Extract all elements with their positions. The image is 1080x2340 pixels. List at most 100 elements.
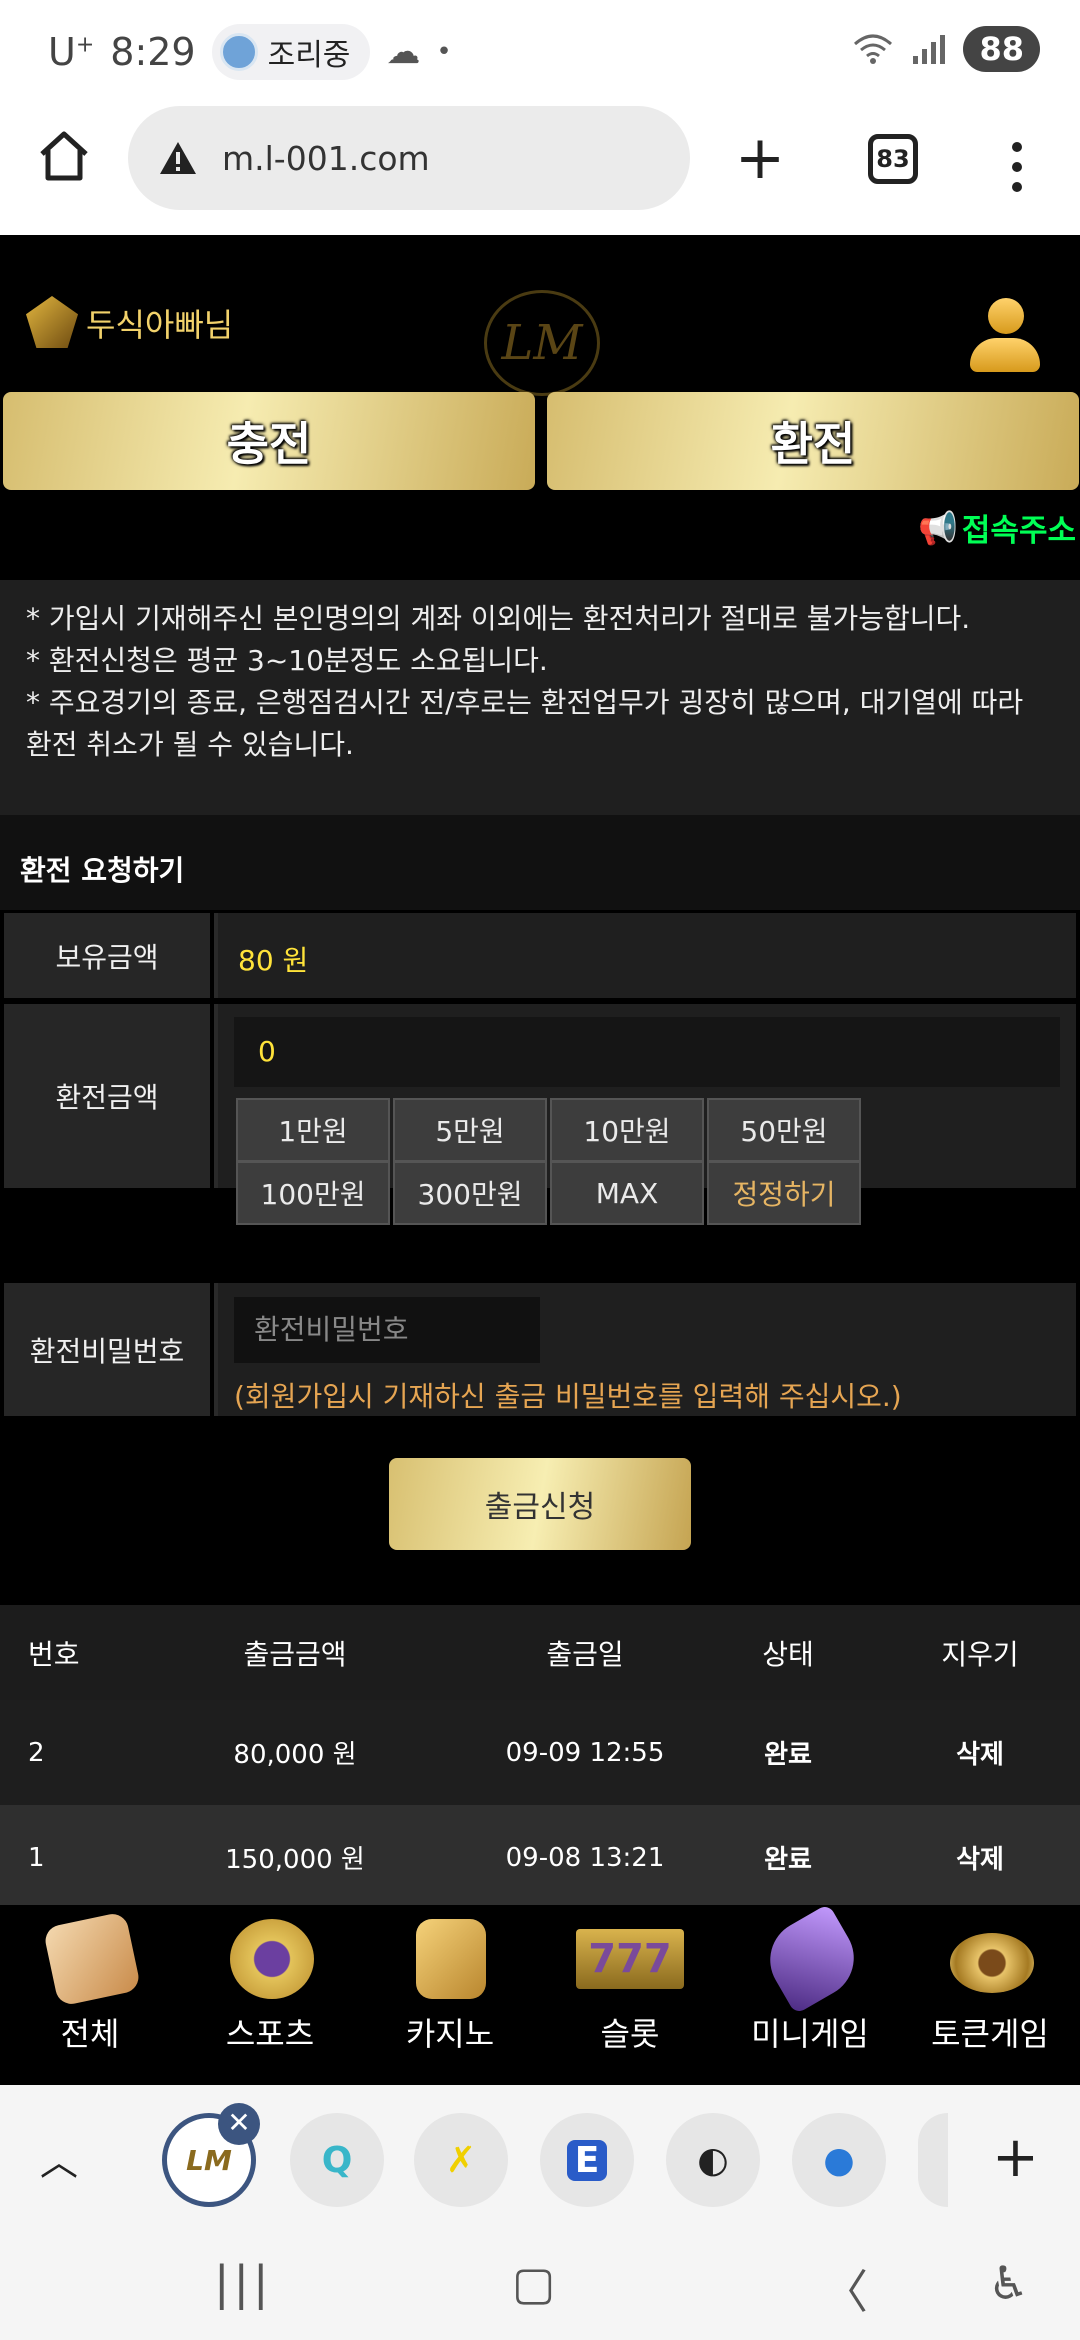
row-amount: 150,000 원 xyxy=(225,1845,365,1875)
wifi-icon xyxy=(854,34,893,64)
nav-label: 토큰게임 xyxy=(931,2015,1049,2053)
nav-label: 카지노 xyxy=(405,2015,495,2053)
row-no: 1 xyxy=(28,1842,45,1873)
close-icon[interactable]: ✕ xyxy=(218,2103,260,2145)
amount-input[interactable]: 0 xyxy=(234,1017,1060,1087)
chip-100k-button[interactable]: 10만원 xyxy=(550,1098,704,1162)
header-delete: 지우기 xyxy=(941,1637,1019,1671)
game-category-nav: 전체 스포츠 카지노 777 슬롯 미니게임 토큰게임 xyxy=(0,1903,1080,2085)
balance-label: 보유금액 xyxy=(4,913,214,998)
address-bar[interactable]: m.l-001.com xyxy=(128,106,690,210)
amount-row: 환전금액 0 1만원 5만원 10만원 50만원 100만원 300만원 MAX… xyxy=(4,1001,1076,1225)
slot-777-icon: 777 xyxy=(576,1929,684,1989)
balance-value: 80 원 xyxy=(238,944,309,977)
more-menu-button[interactable] xyxy=(1002,136,1032,196)
rocket-icon xyxy=(755,1903,869,2015)
warning-icon[interactable] xyxy=(158,140,198,176)
browser-tab-strip: ︿ LM ✕ Q ✗ E ◐ ● + xyxy=(0,2085,1080,2220)
withdraw-notice: * 가입시 기재해주신 본인명의의 계좌 이외에는 환전처리가 절대로 불가능합… xyxy=(0,580,1080,815)
user-profile-icon[interactable] xyxy=(966,298,1044,376)
section-title: 환전 요청하기 xyxy=(0,815,1080,910)
password-hint: (회원가입시 기재하신 출금 비밀번호를 입력해 주십시오.) xyxy=(234,1380,902,1413)
tab-partial[interactable] xyxy=(918,2113,948,2207)
dot-icon: • xyxy=(436,37,452,67)
tab-switcher-button[interactable]: 83 xyxy=(868,134,918,184)
nav-label: 슬롯 xyxy=(600,2015,660,2053)
table-row: 2 80,000 원 09-09 12:55 완료 삭제 xyxy=(0,1700,1080,1805)
tab-x[interactable]: ✗ xyxy=(414,2113,508,2207)
chip-500k-button[interactable]: 50만원 xyxy=(707,1098,861,1162)
header-no: 번호 xyxy=(28,1637,80,1671)
add-tab-icon[interactable]: + xyxy=(992,2125,1039,2190)
password-input[interactable]: 환전비밀번호 xyxy=(234,1297,540,1363)
site-content: 두식아빠님 LM 충전 환전 📢 접속주소 * 가입시 기재해주신 본인명의의 … xyxy=(0,235,1080,2085)
chevron-up-icon[interactable]: ︿ xyxy=(40,2131,82,2184)
accessibility-icon[interactable]: ♿ xyxy=(988,2256,1029,2310)
reset-button[interactable]: 정정하기 xyxy=(707,1161,861,1225)
nav-item-sports[interactable]: 스포츠 xyxy=(180,1905,360,2085)
chip-1m-button[interactable]: 100만원 xyxy=(236,1161,390,1225)
notice-line: * 주요경기의 종료, 은행점검시간 전/후로는 환전업무가 굉장히 많으며, … xyxy=(26,686,1024,761)
header-status: 상태 xyxy=(762,1637,814,1671)
access-address-link[interactable]: 📢 접속주소 xyxy=(918,505,1076,550)
chip-3m-button[interactable]: 300만원 xyxy=(393,1161,547,1225)
megaphone-icon: 📢 xyxy=(918,508,958,547)
url-text: m.l-001.com xyxy=(222,138,430,178)
balance-row: 보유금액 80 원 xyxy=(4,910,1076,998)
table-header: 번호 출금금액 출금일 상태 지우기 xyxy=(0,1605,1080,1700)
header-date: 출금일 xyxy=(546,1637,624,1671)
chip-max-button[interactable]: MAX xyxy=(550,1161,704,1225)
tab-q[interactable]: Q xyxy=(290,2113,384,2207)
clock: 8:29 xyxy=(110,30,196,74)
new-tab-button[interactable]: + xyxy=(730,128,790,190)
notification-chip[interactable]: 조리중 xyxy=(211,24,371,80)
nav-item-all[interactable]: 전체 xyxy=(0,1905,180,2085)
row-no: 2 xyxy=(28,1737,45,1768)
row-status: 완료 xyxy=(764,1845,812,1875)
chip-50k-button[interactable]: 5만원 xyxy=(393,1098,547,1162)
amount-label: 환전금액 xyxy=(4,1004,214,1188)
cards-icon xyxy=(416,1919,486,1999)
nav-label: 미니게임 xyxy=(751,2015,869,2053)
username: 두식아빠님 xyxy=(86,306,234,344)
nav-item-token-game[interactable]: 토큰게임 xyxy=(900,1905,1080,2085)
status-right: 88 xyxy=(853,26,1040,72)
roulette-icon xyxy=(950,1933,1034,1993)
tab-earth[interactable]: ● xyxy=(792,2113,886,2207)
withdraw-button[interactable]: 환전 xyxy=(547,392,1079,490)
nav-item-slot[interactable]: 777 슬롯 xyxy=(540,1905,720,2085)
deposit-button[interactable]: 충전 xyxy=(3,392,535,490)
carrier: U+ xyxy=(48,30,95,74)
notification-label: 조리중 xyxy=(267,38,351,73)
access-address-label: 접속주소 xyxy=(961,513,1076,549)
delete-button[interactable]: 삭제 xyxy=(900,1805,1060,1910)
home-button-icon[interactable]: ▢ xyxy=(512,2256,555,2310)
tab-e[interactable]: E xyxy=(540,2113,634,2207)
app-icon xyxy=(219,33,258,71)
notice-line: * 가입시 기재해주신 본인명의의 계좌 이외에는 환전처리가 절대로 불가능합… xyxy=(26,602,971,635)
rank-badge-icon xyxy=(26,296,78,348)
site-logo[interactable]: LM xyxy=(484,290,600,396)
home-icon[interactable] xyxy=(36,128,92,184)
password-label: 환전비밀번호 xyxy=(4,1283,214,1416)
tab-globe[interactable]: ◐ xyxy=(666,2113,760,2207)
password-value-cell: 환전비밀번호 (회원가입시 기재하신 출금 비밀번호를 입력해 주십시오.) xyxy=(218,1283,1076,1416)
status-bar: U+ 8:29 조리중 ☁ • 88 xyxy=(0,0,1080,100)
browser-toolbar: m.l-001.com + 83 xyxy=(0,100,1080,235)
nav-item-casino[interactable]: 카지노 xyxy=(360,1905,540,2085)
status-left: U+ 8:29 조리중 ☁ • xyxy=(48,24,452,80)
nav-item-minigame[interactable]: 미니게임 xyxy=(720,1903,900,2085)
back-icon[interactable]: 〈 xyxy=(822,2256,868,2322)
dice-icon xyxy=(42,1911,142,2007)
recent-apps-icon[interactable]: ||| xyxy=(214,2256,273,2310)
delete-button[interactable]: 삭제 xyxy=(900,1700,1060,1805)
balance-value-cell: 80 원 xyxy=(218,913,1076,998)
withdraw-history-table: 번호 출금금액 출금일 상태 지우기 2 80,000 원 09-09 12:5… xyxy=(0,1605,1080,1910)
chip-10k-button[interactable]: 1만원 xyxy=(236,1098,390,1162)
signal-icon xyxy=(913,35,946,64)
amount-value-cell: 0 1만원 5만원 10만원 50만원 100만원 300만원 MAX 정정하기 xyxy=(218,1004,1076,1225)
notice-line: * 환전신청은 평균 3~10분정도 소요됩니다. xyxy=(26,644,548,677)
withdraw-submit-button[interactable]: 출금신청 xyxy=(389,1458,691,1550)
row-date: 09-08 13:21 xyxy=(505,1842,665,1873)
site-header: 두식아빠님 LM xyxy=(0,270,1080,396)
